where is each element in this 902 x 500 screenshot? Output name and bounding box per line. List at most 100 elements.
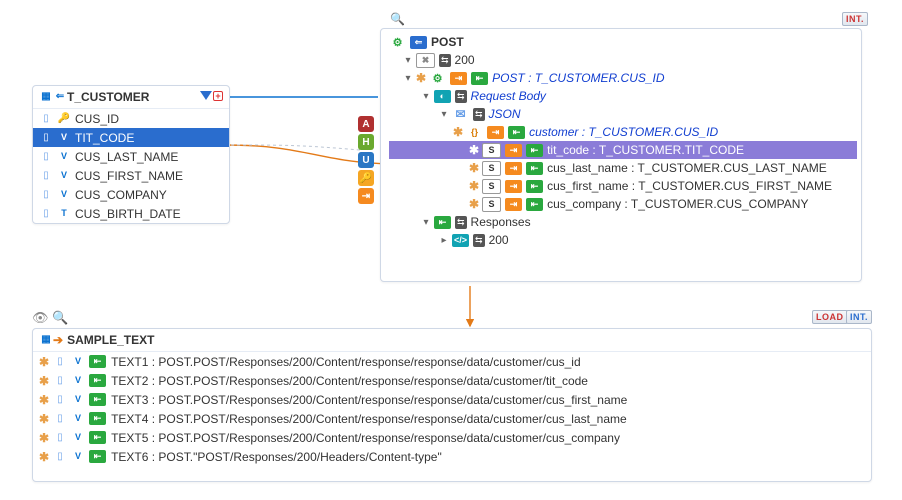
sample-text: TEXT4 : POST.POST/Responses/200/Content/… [111,412,627,426]
tree-node-responses[interactable]: ▾ ⇤ ⇆ Responses [389,213,857,231]
column-row-cus-last-name[interactable]: ▯ V CUS_LAST_NAME [33,147,229,166]
sample-row[interactable]: ✱▯V⇤TEXT2 : POST.POST/Responses/200/Cont… [33,371,871,390]
tree-node-customer[interactable]: ✱ {} ⇥ ⇤ customer : T_CUSTOMER.CUS_ID [389,123,857,141]
column-icon: ▯ [53,393,67,407]
varchar-icon: V [71,374,85,388]
tree-node-post-cusid[interactable]: ▾ ✱ ⚙ ⇥ ⇤ POST : T_CUSTOMER.CUS_ID [389,69,857,87]
rest-operation-panel[interactable]: ⚙ ⇐ POST ▾ ✖ ⇆ 200 ▾ ✱ ⚙ ⇥ ⇤ POST : T_CU… [380,28,862,282]
column-row-cus-company[interactable]: ▯ V CUS_COMPANY [33,185,229,204]
tree-node-request-body[interactable]: ▾ ◐ ⇆ Request Body [389,87,857,105]
tree-node-cus-last-name[interactable]: ✱ S ⇥ ⇤ cus_last_name : T_CUSTOMER.CUS_L… [389,159,857,177]
sample-row[interactable]: ✱▯V⇤TEXT1 : POST.POST/Responses/200/Cont… [33,352,871,371]
panel-title: ▦ ➔ SAMPLE_TEXT [33,329,871,352]
export-icon[interactable]: ⇥ [358,188,374,204]
s-icon: S [482,197,501,212]
out-icon: ⇥ [505,144,522,157]
in-icon: ⇤ [89,412,106,425]
column-name: CUS_COMPANY [75,188,167,202]
column-name: CUS_BIRTH_DATE [75,207,181,221]
filter-add-button[interactable]: + [200,91,223,101]
column-row-cus-id[interactable]: ▯ 🔑 CUS_ID [33,109,229,128]
in-icon: ⇤ [526,144,543,157]
table-name: SAMPLE_TEXT [67,333,154,347]
tool-a-icon[interactable]: A [358,116,374,132]
varchar-icon: V [71,412,85,426]
toggle-icon: ⇆ [473,234,485,247]
magnifier-icon[interactable]: 🔍 [390,12,406,28]
column-icon: ▯ [39,169,53,183]
out-icon: ⇥ [505,162,522,175]
toggle-icon: ⇆ [455,90,467,103]
sample-rows: ✱ ▯ V ⇤ TEXT1 : POST.POST/Responses/200/Cont… [33,352,871,466]
gear-icon: ⚙ [389,36,406,49]
caret-icon: ▾ [403,73,413,84]
column-name: CUS_FIRST_NAME [75,169,183,183]
caret-icon: ▾ [421,91,431,102]
node-label: JSON [489,107,521,121]
tool-u-icon[interactable]: U [358,152,374,168]
sample-row[interactable]: ✱▯V⇤TEXT3 : POST.POST/Responses/200/Cont… [33,390,871,409]
in-icon: ⇤ [508,126,525,139]
caret-icon: ▾ [403,55,413,66]
tree-node-200-bottom[interactable]: ▸ </> ⇆ 200 [389,231,857,249]
caret-icon: ▾ [439,109,449,120]
table-panel-sample-text[interactable]: ▦ ➔ SAMPLE_TEXT ✱ ▯ V ⇤ TEXT1 : POST.POST/Re… [32,328,872,482]
timestamp-icon: T [57,207,71,221]
node-label: customer : T_CUSTOMER.CUS_ID [529,125,718,139]
in-icon: ⇤ [89,431,106,444]
node-label: 200 [455,53,475,67]
asterisk-icon: ✱ [469,143,479,157]
in-icon: ⇤ [526,198,543,211]
s-icon: S [482,179,501,194]
int-badge-2: INT. [846,310,872,324]
sample-row[interactable]: ✱▯V⇤TEXT5 : POST.POST/Responses/200/Cont… [33,428,871,447]
caret-icon: ▾ [421,217,431,228]
varchar-icon: V [71,393,85,407]
mapping-tool-icons: A H U 🔑 ⇥ [358,116,374,204]
sample-row[interactable]: ✱ ▯ V ⇤ TEXT4 : POST.POST/Responses/200/Cont… [33,409,871,428]
resp-icon: ⇤ [434,216,451,229]
tree-node-200-top[interactable]: ▾ ✖ ⇆ 200 [389,51,857,69]
in-icon: ⇤ [89,450,106,463]
body-icon: ◐ [434,90,451,103]
tree-node-cus-company[interactable]: ✱ S ⇥ ⇤ cus_company : T_CUSTOMER.CUS_COM… [389,195,857,213]
column-row-tit-code[interactable]: ▯ V TIT_CODE [33,128,229,147]
tree-node-tit-code[interactable]: ✱ S ⇥ ⇤ tit_code : T_CUSTOMER.TIT_CODE [389,141,857,159]
node-label: cus_first_name : T_CUSTOMER.CUS_FIRST_NA… [547,179,832,193]
tree-node-cus-first-name[interactable]: ✱ S ⇥ ⇤ cus_first_name : T_CUSTOMER.CUS_… [389,177,857,195]
node-label: 200 [489,233,509,247]
column-row-cus-first-name[interactable]: ▯ V CUS_FIRST_NAME [33,166,229,185]
asterisk-icon: ✱ [469,161,479,175]
asterisk-icon: ✱ [416,71,426,85]
code-icon: </> [452,234,469,247]
table-panel-t-customer[interactable]: ▦ ⇐ T_CUSTOMER + ▯ 🔑 CUS_ID ▯ V TIT_CODE… [32,85,230,224]
sample-text: TEXT6 : POST."POST/Responses/200/Headers… [111,450,442,464]
eye-magnifier-icon[interactable]: 👁 🔍 [32,310,68,326]
s-icon: S [482,161,501,176]
in-icon: ⇤ [89,355,106,368]
tree-node-json[interactable]: ▾ ✉ ⇆ JSON [389,105,857,123]
in-icon: ⇤ [471,72,488,85]
column-icon: ▯ [53,431,67,445]
sample-text: TEXT5 : POST.POST/Responses/200/Content/… [111,431,620,445]
s-icon: S [482,143,501,158]
operation-tree: ⚙ ⇐ POST ▾ ✖ ⇆ 200 ▾ ✱ ⚙ ⇥ ⇤ POST : T_CU… [381,29,861,255]
key-icon: 🔑 [57,112,71,126]
load-badge: LOAD [812,310,848,324]
column-icon: ▯ [39,207,53,221]
asterisk-icon: ✱ [39,393,49,407]
column-row-cus-birth-date[interactable]: ▯ T CUS_BIRTH_DATE [33,204,229,223]
asterisk-icon: ✱ [39,431,49,445]
asterisk-icon: ✱ [469,179,479,193]
tree-node-post[interactable]: ⚙ ⇐ POST [389,33,857,51]
asterisk-icon: ✱ [39,412,49,426]
column-icon: ▯ [39,131,53,145]
sample-row[interactable]: ✱▯V⇤TEXT6 : POST."POST/Responses/200/Hea… [33,447,871,466]
x-icon: ✖ [416,53,435,68]
tool-h-icon[interactable]: H [358,134,374,150]
key-icon[interactable]: 🔑 [358,170,374,186]
column-icon: ▯ [53,412,67,426]
sample-text: TEXT1 : POST.POST/Responses/200/Content/… [111,355,581,369]
node-label: POST : T_CUSTOMER.CUS_ID [492,71,664,85]
varchar-icon: V [57,150,71,164]
